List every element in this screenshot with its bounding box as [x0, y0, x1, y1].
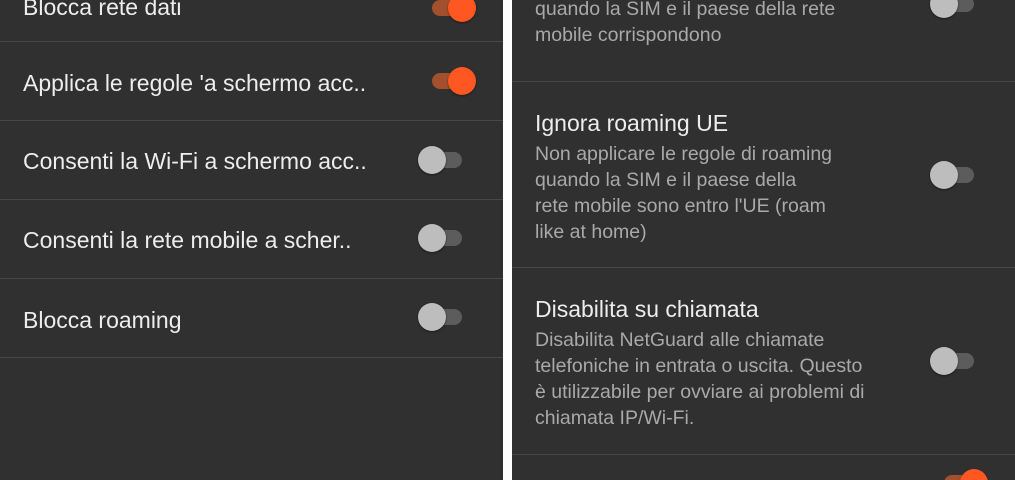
toggle-switch[interactable]	[418, 144, 466, 176]
setting-row-applica-regole-schermo[interactable]: Applica le regole 'a schermo acc..	[0, 42, 503, 120]
toggle-switch[interactable]	[418, 222, 466, 254]
setting-label: Consenti la rete mobile a scher..	[23, 227, 352, 253]
setting-row-ignora-roaming-ue[interactable]: Ignora roaming UE Non applicare le regol…	[512, 82, 1015, 267]
setting-summary: Non applicare le regole di roaming quand…	[535, 143, 833, 243]
switch-thumb	[930, 347, 958, 375]
setting-title: Disabilita su chiamata	[535, 296, 759, 322]
setting-label: Blocca roaming	[23, 307, 182, 333]
setting-row-disabilita-su-chiamata[interactable]: Disabilita su chiamata Disabilita NetGua…	[512, 268, 1015, 454]
setting-summary: Disabilita NetGuard alle chiamate telefo…	[535, 329, 865, 429]
switch-thumb	[418, 146, 446, 174]
switch-thumb	[930, 161, 958, 189]
setting-row-next[interactable]	[512, 455, 1015, 480]
setting-label: Blocca rete dati	[23, 0, 182, 20]
settings-panel-left: Blocca rete dati Applica le regole 'a sc…	[0, 0, 503, 480]
switch-thumb	[448, 0, 476, 22]
setting-row-blocca-rete-dati[interactable]: Blocca rete dati	[0, 0, 503, 41]
setting-summary: Non applicare le regole di roaming quand…	[535, 0, 836, 46]
setting-label: Applica le regole 'a schermo acc..	[23, 70, 367, 96]
toggle-switch[interactable]	[940, 467, 988, 480]
toggle-switch[interactable]	[428, 0, 476, 24]
setting-row-consenti-wifi-schermo[interactable]: Consenti la Wi-Fi a schermo acc..	[0, 121, 503, 199]
switch-thumb	[418, 303, 446, 331]
divider	[0, 357, 503, 358]
setting-row-roaming-nazionale[interactable]: Non applicare le regole di roaming quand…	[512, 0, 1015, 81]
settings-panel-right: Non applicare le regole di roaming quand…	[512, 0, 1015, 480]
switch-thumb	[930, 0, 958, 18]
setting-title: Ignora roaming UE	[535, 110, 729, 136]
switch-thumb	[960, 469, 988, 480]
toggle-switch[interactable]	[428, 65, 476, 97]
setting-label: Consenti la Wi-Fi a schermo acc..	[23, 148, 367, 174]
toggle-switch[interactable]	[418, 301, 466, 333]
switch-thumb	[448, 67, 476, 95]
setting-row-blocca-roaming[interactable]: Blocca roaming	[0, 279, 503, 357]
switch-thumb	[418, 224, 446, 252]
toggle-switch[interactable]	[930, 159, 978, 191]
setting-row-consenti-rete-mobile-schermo[interactable]: Consenti la rete mobile a scher..	[0, 200, 503, 278]
toggle-switch[interactable]	[930, 0, 978, 20]
toggle-switch[interactable]	[930, 345, 978, 377]
